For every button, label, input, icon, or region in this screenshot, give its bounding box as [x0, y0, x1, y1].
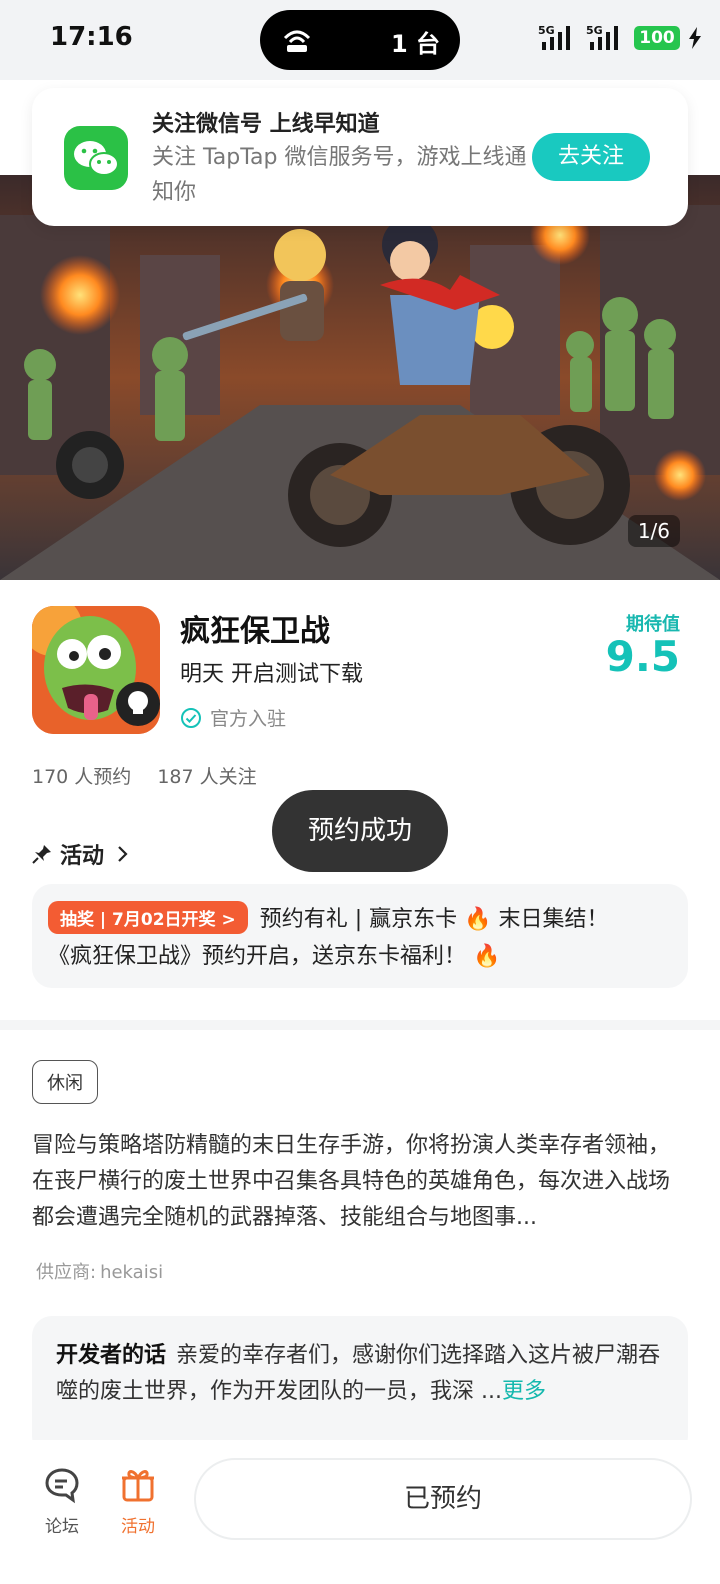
forum-icon — [45, 1468, 79, 1504]
toast-reserve-success: 预约成功 — [272, 790, 448, 872]
game-release-info: 明天 开启测试下载 — [180, 662, 363, 687]
wechat-icon — [64, 126, 128, 190]
reservation-count: 170 人预约 — [32, 766, 132, 788]
follow-title: 关注微信号 上线早知道 — [152, 112, 380, 137]
game-stats: 170 人预约 187 人关注 — [32, 762, 257, 789]
activity-label: 活动 — [60, 844, 105, 869]
hero-illustration — [0, 175, 720, 580]
verified-icon — [181, 707, 201, 728]
official-badge: 官方入驻 — [180, 704, 286, 731]
follow-wechat-card[interactable]: 关注微信号 上线早知道 关注 TapTap 微信服务号，游戏上线通知你 去关注 — [32, 88, 688, 226]
supplier-info: 供应商: hekaisi — [32, 1258, 163, 1284]
status-time: 17:16 — [50, 22, 133, 52]
reserved-button[interactable]: 已预约 — [194, 1458, 692, 1540]
banner-pager: 1/6 — [627, 515, 680, 547]
follower-count: 187 人关注 — [157, 766, 257, 788]
pin-icon — [32, 845, 51, 864]
nav-activity[interactable]: 活动 — [108, 1464, 168, 1537]
developer-note-card[interactable]: 开发者的话 亲爱的幸存者们，感谢你们选择踏入这片被尸潮吞噬的废土世界，作为开发团队… — [32, 1316, 688, 1456]
activity-promo-card[interactable]: 抽奖 | 7月02日开奖 > 预约有礼 | 赢京东卡 🔥 末日集结！ 《疯狂保卫… — [32, 884, 688, 988]
battery-icon: 100 — [634, 26, 680, 50]
activity-nav-label: 活动 — [121, 1517, 155, 1537]
official-label: 官方入驻 — [210, 708, 287, 730]
signal-icon: 5G — [538, 24, 578, 52]
status-bar: 17:16 1 台 5G 5G 100 — [0, 0, 720, 80]
activity-header[interactable]: 活动 — [32, 838, 132, 870]
follow-description: 关注 TapTap 微信服务号，游戏上线通知你 — [152, 145, 527, 205]
promo-headline: 预约有礼 | 赢京东卡 🔥 末日集结！ — [259, 907, 609, 932]
charging-icon — [689, 27, 701, 49]
nav-forum[interactable]: 论坛 — [32, 1464, 92, 1537]
gift-icon — [122, 1470, 154, 1502]
supplier-label: 供应商: — [36, 1262, 97, 1283]
game-icon — [32, 606, 160, 734]
more-link[interactable]: 更多 — [502, 1379, 546, 1404]
supplier-name: hekaisi — [100, 1262, 164, 1283]
genre-tag[interactable]: 休闲 — [32, 1060, 98, 1104]
lottery-badge: 抽奖 | 7月02日开奖 > — [48, 900, 248, 934]
hotspot-icon — [283, 30, 311, 52]
dynamic-island[interactable]: 1 台 — [260, 10, 460, 70]
follow-button[interactable]: 去关注 — [532, 133, 650, 181]
game-title: 疯狂保卫战 — [180, 614, 330, 649]
chevron-right-icon — [118, 846, 128, 862]
promo-detail: 《疯狂保卫战》预约开启，送京东卡福利！ 🔥 — [48, 944, 501, 969]
hero-banner[interactable]: 1/6 — [0, 175, 720, 580]
developer-note-label: 开发者的话 — [56, 1343, 167, 1368]
expectation-score: 9.5 — [605, 632, 680, 681]
signal-icon-2: 5G — [586, 24, 626, 52]
game-description[interactable]: 冒险与策略塔防精髓的末日生存手游，你将扮演人类幸存者领袖，在丧尸横行的废土世界中… — [32, 1128, 688, 1236]
device-count: 1 台 — [390, 30, 440, 58]
section-divider — [0, 1020, 720, 1030]
bottom-action-bar: 论坛 活动 已预约 — [0, 1440, 720, 1584]
forum-label: 论坛 — [45, 1517, 79, 1537]
